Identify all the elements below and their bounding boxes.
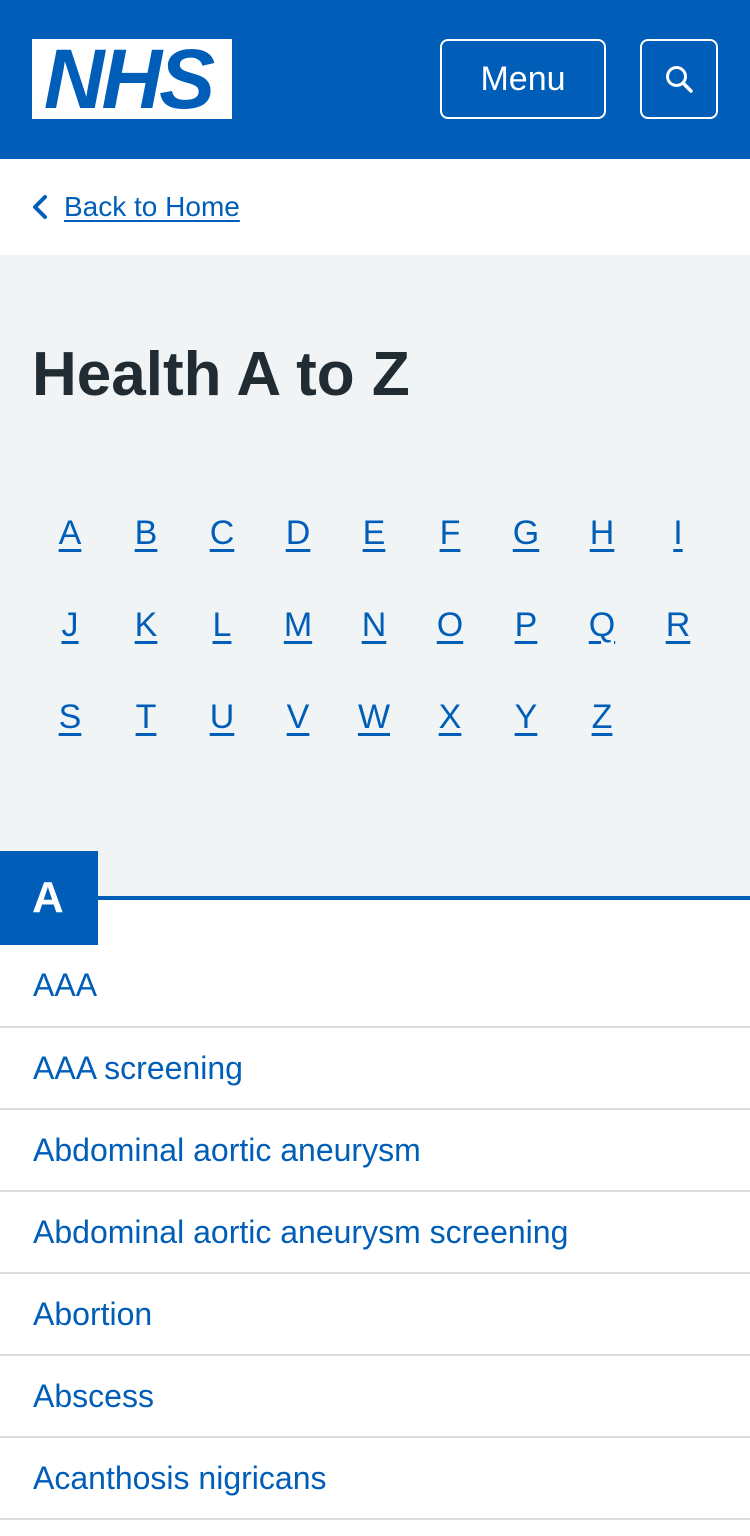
search-button[interactable] [640,39,718,119]
letter-link-v[interactable]: V [260,687,336,779]
section-letter-badge: A [0,851,98,945]
list-item[interactable]: AAA screening [0,1028,750,1110]
list-item[interactable]: Abdominal aortic aneurysm screening [0,1192,750,1274]
letter-link-j[interactable]: J [32,595,108,687]
list-item[interactable]: Abdominal aortic aneurysm [0,1110,750,1192]
hero-panel: Health A to Z ABCDEFGHI JKLMNOPQR STUVWXYZ [0,255,750,898]
letter-link-u[interactable]: U [184,687,260,779]
letter-link-s[interactable]: S [32,687,108,779]
list-item[interactable]: AAA [0,945,750,1028]
letter-link-n[interactable]: N [336,595,412,687]
letter-link-w[interactable]: W [336,687,412,779]
letter-link-p[interactable]: P [488,595,564,687]
letter-link-g[interactable]: G [488,503,564,595]
alphabet-navigation: ABCDEFGHI JKLMNOPQR STUVWXYZ [32,503,716,779]
site-header: NHS Menu [0,0,750,159]
letter-link-r[interactable]: R [640,595,716,687]
search-icon [666,66,693,93]
letter-link-m[interactable]: M [260,595,336,687]
letter-link-h[interactable]: H [564,503,640,595]
letter-link-b[interactable]: B [108,503,184,595]
section-divider [0,896,750,900]
letter-link-z[interactable]: Z [564,687,640,779]
letter-link-k[interactable]: K [108,595,184,687]
letter-link-x[interactable]: X [412,687,488,779]
list-item[interactable]: Abortion [0,1274,750,1356]
letter-link-i[interactable]: I [640,503,716,595]
nhs-logo-text: NHS [43,39,215,119]
letter-link-q[interactable]: Q [564,595,640,687]
letter-link-a[interactable]: A [32,503,108,595]
letter-link-t[interactable]: T [108,687,184,779]
letter-link-l[interactable]: L [184,595,260,687]
page-title: Health A to Z [32,340,410,409]
nhs-logo[interactable]: NHS [32,39,232,119]
letter-link-o[interactable]: O [412,595,488,687]
breadcrumb: Back to Home [0,159,750,255]
list-item[interactable]: Acanthosis nigricans [0,1438,750,1520]
letter-link-y[interactable]: Y [488,687,564,779]
letter-link-c[interactable]: C [184,503,260,595]
letter-link-d[interactable]: D [260,503,336,595]
list-item[interactable]: Abscess [0,1356,750,1438]
letter-link-f[interactable]: F [412,503,488,595]
chevron-left-icon [33,195,47,219]
menu-button[interactable]: Menu [440,39,606,119]
letter-link-e[interactable]: E [336,503,412,595]
topic-list: AAA AAA screening Abdominal aortic aneurys… [0,945,750,1520]
back-to-home-link[interactable]: Back to Home [64,187,240,227]
